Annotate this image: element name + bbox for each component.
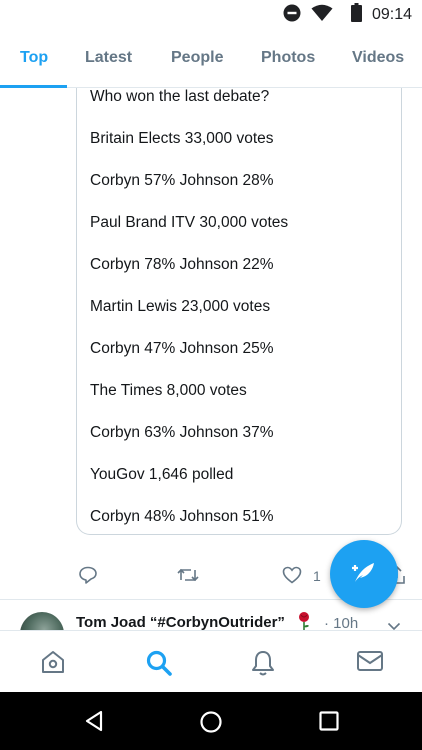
status-icons: 09:14 (283, 3, 412, 27)
search-tab-bar: Top Latest People Photos Videos (0, 30, 422, 88)
quote-line: Martin Lewis 23,000 votes (90, 298, 271, 315)
reply-icon[interactable] (78, 565, 98, 590)
quote-line: Britain Elects 33,000 votes (90, 130, 274, 147)
notifications-icon[interactable] (250, 649, 276, 682)
status-bar: 09:14 (0, 0, 422, 30)
retweet-icon[interactable] (177, 565, 199, 590)
quote-line: Paul Brand ITV 30,000 votes (90, 214, 289, 231)
tab-people[interactable]: People (171, 49, 223, 67)
quoted-text-card[interactable]: Who won the last debate? Britain Elects … (76, 88, 402, 535)
do-not-disturb-icon (283, 4, 301, 27)
like-count: 1 (313, 568, 321, 584)
like-icon[interactable] (282, 565, 302, 590)
quote-line: YouGov 1,646 polled (90, 466, 234, 483)
quote-line: Corbyn 57% Johnson 28% (90, 172, 274, 189)
quote-line: Corbyn 48% Johnson 51% (90, 508, 274, 525)
recents-icon[interactable] (318, 710, 340, 737)
author-name[interactable]: Tom Joad “#CorbynOutrider” (76, 614, 285, 630)
home-circle-icon[interactable] (199, 710, 223, 739)
compose-tweet-button[interactable] (330, 540, 398, 608)
chevron-down-icon[interactable] (387, 618, 401, 630)
tweet-timestamp: · 10h (324, 615, 359, 630)
home-icon[interactable] (40, 649, 66, 680)
status-time: 09:14 (371, 6, 412, 23)
battery-icon (350, 3, 362, 27)
avatar[interactable] (20, 612, 64, 630)
rose-icon (296, 611, 312, 630)
quote-line: Who won the last debate? (90, 88, 270, 105)
messages-icon[interactable] (356, 649, 384, 678)
tab-latest[interactable]: Latest (85, 49, 132, 67)
back-icon[interactable] (84, 710, 104, 737)
bottom-nav (0, 630, 422, 692)
quote-line: Corbyn 63% Johnson 37% (90, 424, 274, 441)
compose-tweet-icon (349, 557, 379, 592)
tab-photos[interactable]: Photos (261, 49, 315, 67)
wifi-icon (311, 4, 333, 27)
quote-line: Corbyn 78% Johnson 22% (90, 256, 274, 273)
quote-line: The Times 8,000 votes (90, 382, 247, 399)
quote-line: Corbyn 47% Johnson 25% (90, 340, 274, 357)
system-navigation-bar (0, 692, 422, 750)
search-icon[interactable] (145, 649, 173, 682)
tab-videos[interactable]: Videos (352, 49, 404, 67)
tab-top[interactable]: Top (20, 49, 48, 67)
